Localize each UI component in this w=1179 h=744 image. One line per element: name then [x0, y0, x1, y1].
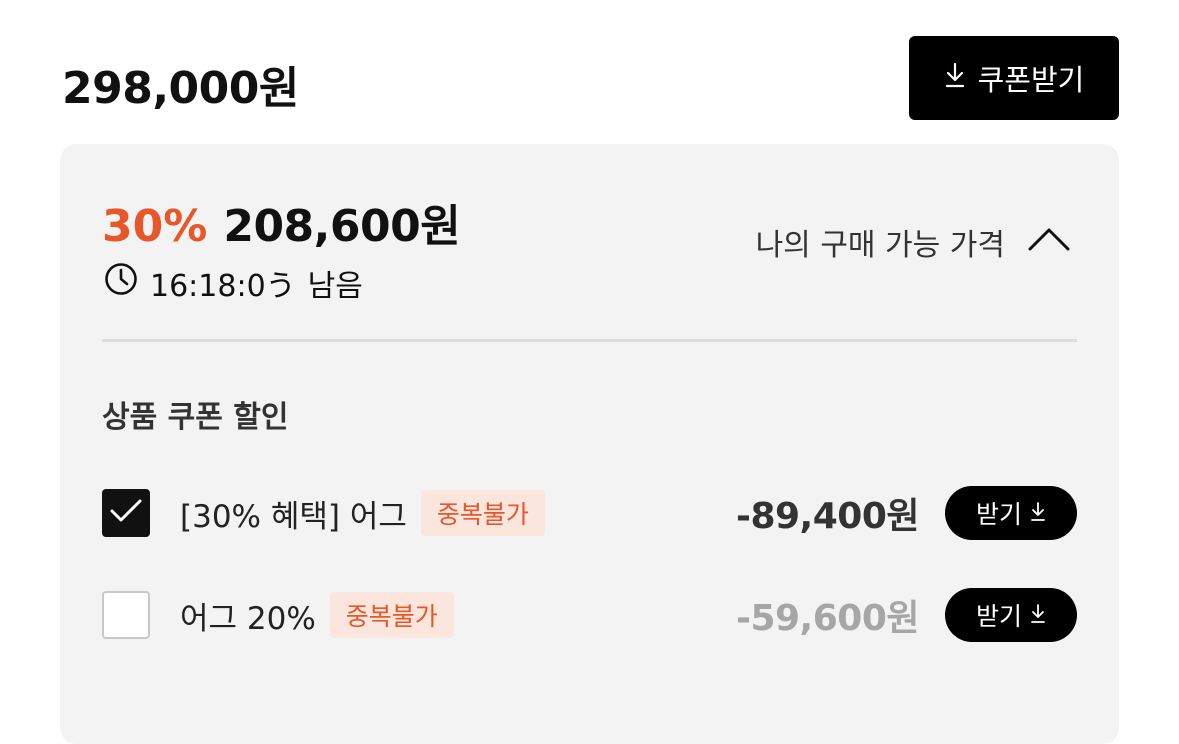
- no-duplicate-badge: 중복불가: [420, 490, 545, 536]
- price-panel: 30% 208,600원 16:18:0う 남음 나의 구매 가능 가격 상품 …: [60, 144, 1119, 744]
- coupon-discount-amount: -59,600원: [736, 598, 919, 639]
- divider: [102, 339, 1077, 342]
- coupon-name: [30% 혜택] 어그: [180, 498, 407, 535]
- timer-value: 16:18:0: [150, 269, 266, 304]
- get-coupon-button[interactable]: 받기: [945, 588, 1077, 642]
- my-price-label: 나의 구매 가능 가격: [755, 228, 1005, 263]
- coupon-name: 어그 20%: [180, 600, 316, 637]
- download-icon: [1030, 499, 1046, 528]
- get-coupons-label: 쿠폰받기: [977, 63, 1085, 97]
- get-coupons-button[interactable]: 쿠폰받기: [909, 36, 1119, 120]
- coupon-checkbox[interactable]: [102, 591, 150, 639]
- timer-cursor-glyph: う: [265, 269, 296, 304]
- check-icon: [109, 497, 143, 529]
- remaining-time: 16:18:0う 남음: [104, 261, 363, 305]
- sale-price: 208,600원: [223, 201, 461, 252]
- my-price-toggle[interactable]: 나의 구매 가능 가격: [756, 220, 1071, 264]
- section-title: 상품 쿠폰 할인: [102, 400, 289, 435]
- clock-icon: [104, 262, 138, 304]
- no-duplicate-badge: 중복불가: [329, 592, 454, 638]
- coupon-row: 어그 20% 중복불가 -59,600원 받기: [102, 588, 1077, 642]
- get-coupon-label: 받기: [975, 500, 1022, 529]
- get-coupon-label: 받기: [975, 602, 1022, 631]
- get-coupon-button[interactable]: 받기: [945, 486, 1077, 540]
- coupon-checkbox[interactable]: [102, 489, 150, 537]
- timer-suffix: 남음: [307, 269, 363, 304]
- download-icon: [1030, 601, 1046, 630]
- sale-price-row: 30% 208,600원: [102, 190, 461, 254]
- coupon-row: [30% 혜택] 어그 중복불가 -89,400원 받기: [102, 486, 1077, 540]
- download-icon: [944, 61, 966, 95]
- chevron-up-icon: [1027, 225, 1071, 260]
- discount-rate: 30%: [102, 201, 208, 252]
- coupon-discount-amount: -89,400원: [736, 496, 919, 537]
- original-price: 298,000원: [62, 63, 299, 114]
